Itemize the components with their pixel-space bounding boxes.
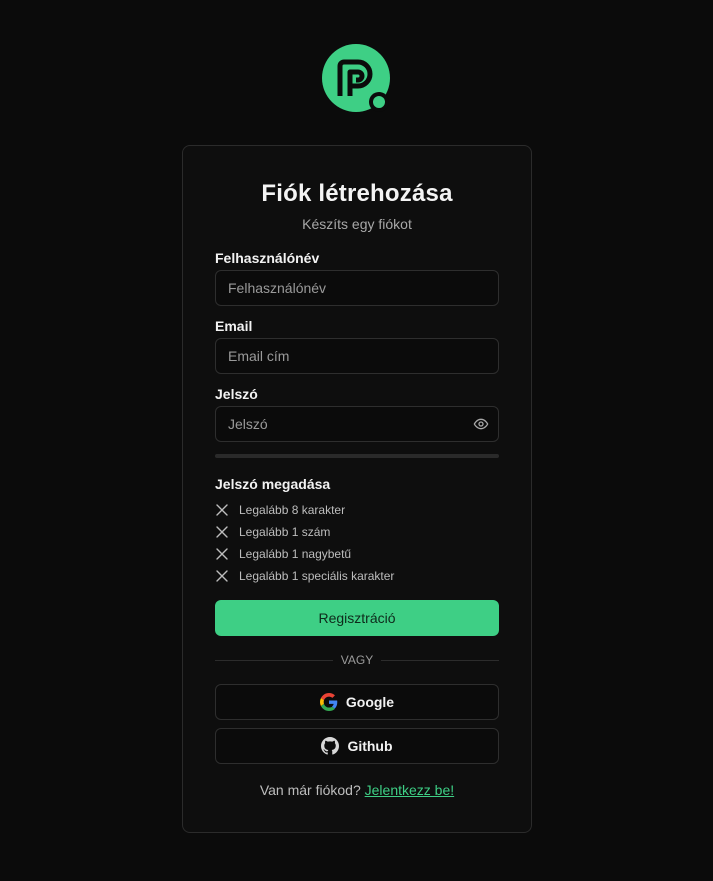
brand-logo-icon: [322, 44, 390, 112]
requirement-text: Legalább 1 szám: [239, 525, 331, 539]
divider-text: VAGY: [340, 653, 374, 667]
requirement-text: Legalább 1 speciális karakter: [239, 569, 395, 583]
x-icon: [216, 570, 228, 582]
requirement-text: Legalább 8 karakter: [239, 503, 346, 517]
google-button-label: Google: [345, 694, 395, 710]
username-label: Felhasználónév: [215, 250, 320, 266]
x-icon: [216, 526, 228, 538]
x-icon: [216, 504, 228, 516]
google-icon: [319, 693, 338, 711]
username-input[interactable]: [215, 270, 499, 306]
register-button[interactable]: Regisztráció: [215, 600, 499, 636]
password-label: Jelszó: [215, 386, 258, 402]
email-input[interactable]: [215, 338, 499, 374]
signin-prompt-text: Van már fiókod?: [259, 782, 361, 798]
google-signin-button[interactable]: Google: [215, 684, 499, 720]
email-label: Email: [215, 318, 253, 334]
signin-link[interactable]: Jelentkezz be!: [365, 782, 455, 798]
password-input[interactable]: [215, 406, 499, 442]
requirement-text: Legalább 1 nagybetű: [239, 547, 352, 561]
x-icon: [216, 548, 228, 560]
password-strength-bar: [215, 454, 499, 458]
requirement-item: Legalább 1 szám: [215, 524, 330, 540]
requirement-item: Legalább 1 nagybetű: [215, 546, 351, 562]
eye-icon[interactable]: [473, 416, 489, 432]
signup-card: Fiók létrehozása Készíts egy fiókot Felh…: [182, 145, 532, 833]
divider-line: [381, 659, 499, 661]
github-signin-button[interactable]: Github: [215, 728, 499, 764]
github-button-label: Github: [347, 738, 393, 754]
divider-line: [215, 659, 333, 661]
signin-prompt: Van már fiókod? Jelentkezz be!: [183, 782, 531, 798]
requirement-item: Legalább 8 karakter: [215, 502, 345, 518]
page-subtitle: Készíts egy fiókot: [302, 216, 412, 232]
requirements-title: Jelszó megadása: [215, 476, 331, 492]
requirement-item: Legalább 1 speciális karakter: [215, 568, 394, 584]
github-icon: [321, 737, 340, 755]
or-divider: VAGY: [215, 652, 499, 668]
page-title: Fiók létrehozása: [261, 180, 453, 207]
